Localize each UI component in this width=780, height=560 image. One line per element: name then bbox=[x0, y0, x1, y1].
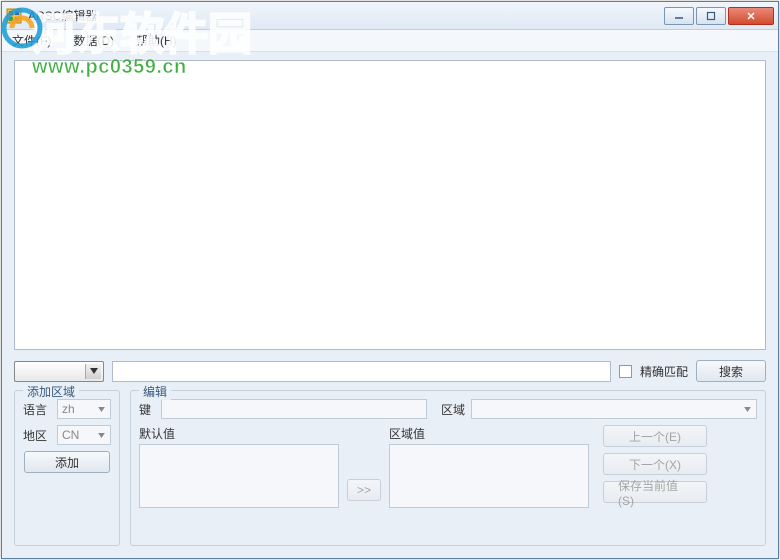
edit-title: 编辑 bbox=[139, 383, 171, 400]
region-select[interactable]: CN bbox=[57, 425, 111, 445]
close-button[interactable] bbox=[728, 7, 774, 25]
window-title: ARSC编辑器 bbox=[28, 7, 664, 24]
edit-group: 编辑 键 区域 默认值 >> 区域值 bbox=[130, 390, 766, 546]
dropdown-arrow-icon bbox=[85, 364, 101, 379]
app-icon bbox=[6, 8, 22, 24]
chevron-down-icon bbox=[95, 402, 108, 416]
add-region-title: 添加区域 bbox=[23, 383, 79, 400]
edit-region-label: 区域 bbox=[441, 401, 465, 418]
main-listbox[interactable] bbox=[14, 60, 766, 350]
search-row: 精确匹配 搜索 bbox=[14, 360, 766, 382]
chevron-down-icon bbox=[741, 402, 754, 416]
save-current-button[interactable]: 保存当前值(S) bbox=[603, 481, 707, 503]
menubar: 文件(F) 数据(D) 帮助(H) bbox=[2, 30, 778, 52]
region-value-label: 区域值 bbox=[389, 425, 589, 442]
search-type-dropdown[interactable] bbox=[14, 361, 104, 382]
minimize-button[interactable] bbox=[664, 7, 694, 25]
copy-to-region-button[interactable]: >> bbox=[347, 479, 381, 501]
exact-match-checkbox[interactable] bbox=[619, 365, 632, 378]
menu-file[interactable]: 文件(F) bbox=[8, 30, 55, 51]
key-label: 键 bbox=[139, 401, 155, 418]
default-value-textarea[interactable] bbox=[139, 444, 339, 508]
language-select[interactable]: zh bbox=[57, 399, 111, 419]
titlebar: ARSC编辑器 bbox=[2, 2, 778, 30]
search-input[interactable] bbox=[112, 361, 611, 382]
region-value-textarea[interactable] bbox=[389, 444, 589, 508]
menu-data[interactable]: 数据(D) bbox=[69, 30, 118, 51]
exact-match-label: 精确匹配 bbox=[640, 363, 688, 380]
maximize-button[interactable] bbox=[696, 7, 726, 25]
next-button[interactable]: 下一个(X) bbox=[603, 453, 707, 475]
region-label: 地区 bbox=[23, 427, 51, 444]
edit-region-select[interactable] bbox=[471, 399, 757, 419]
default-value-label: 默认值 bbox=[139, 425, 339, 442]
menu-help[interactable]: 帮助(H) bbox=[132, 30, 181, 51]
nav-buttons: 上一个(E) 下一个(X) 保存当前值(S) bbox=[603, 425, 707, 503]
body-area: 精确匹配 搜索 添加区域 语言 zh 地区 CN bbox=[2, 52, 778, 558]
language-label: 语言 bbox=[23, 401, 51, 418]
window-controls bbox=[664, 7, 774, 25]
add-region-group: 添加区域 语言 zh 地区 CN 添加 bbox=[14, 390, 120, 546]
prev-button[interactable]: 上一个(E) bbox=[603, 425, 707, 447]
lower-panels: 添加区域 语言 zh 地区 CN 添加 bbox=[14, 390, 766, 546]
add-button[interactable]: 添加 bbox=[24, 451, 110, 473]
chevron-down-icon bbox=[95, 428, 108, 442]
key-input[interactable] bbox=[161, 399, 427, 419]
language-value: zh bbox=[62, 402, 75, 416]
search-button[interactable]: 搜索 bbox=[696, 360, 766, 382]
app-window: ARSC编辑器 文件(F) 数据(D) 帮助(H) 精确匹配 搜索 添加区域 bbox=[1, 1, 779, 559]
region-value: CN bbox=[62, 428, 79, 442]
